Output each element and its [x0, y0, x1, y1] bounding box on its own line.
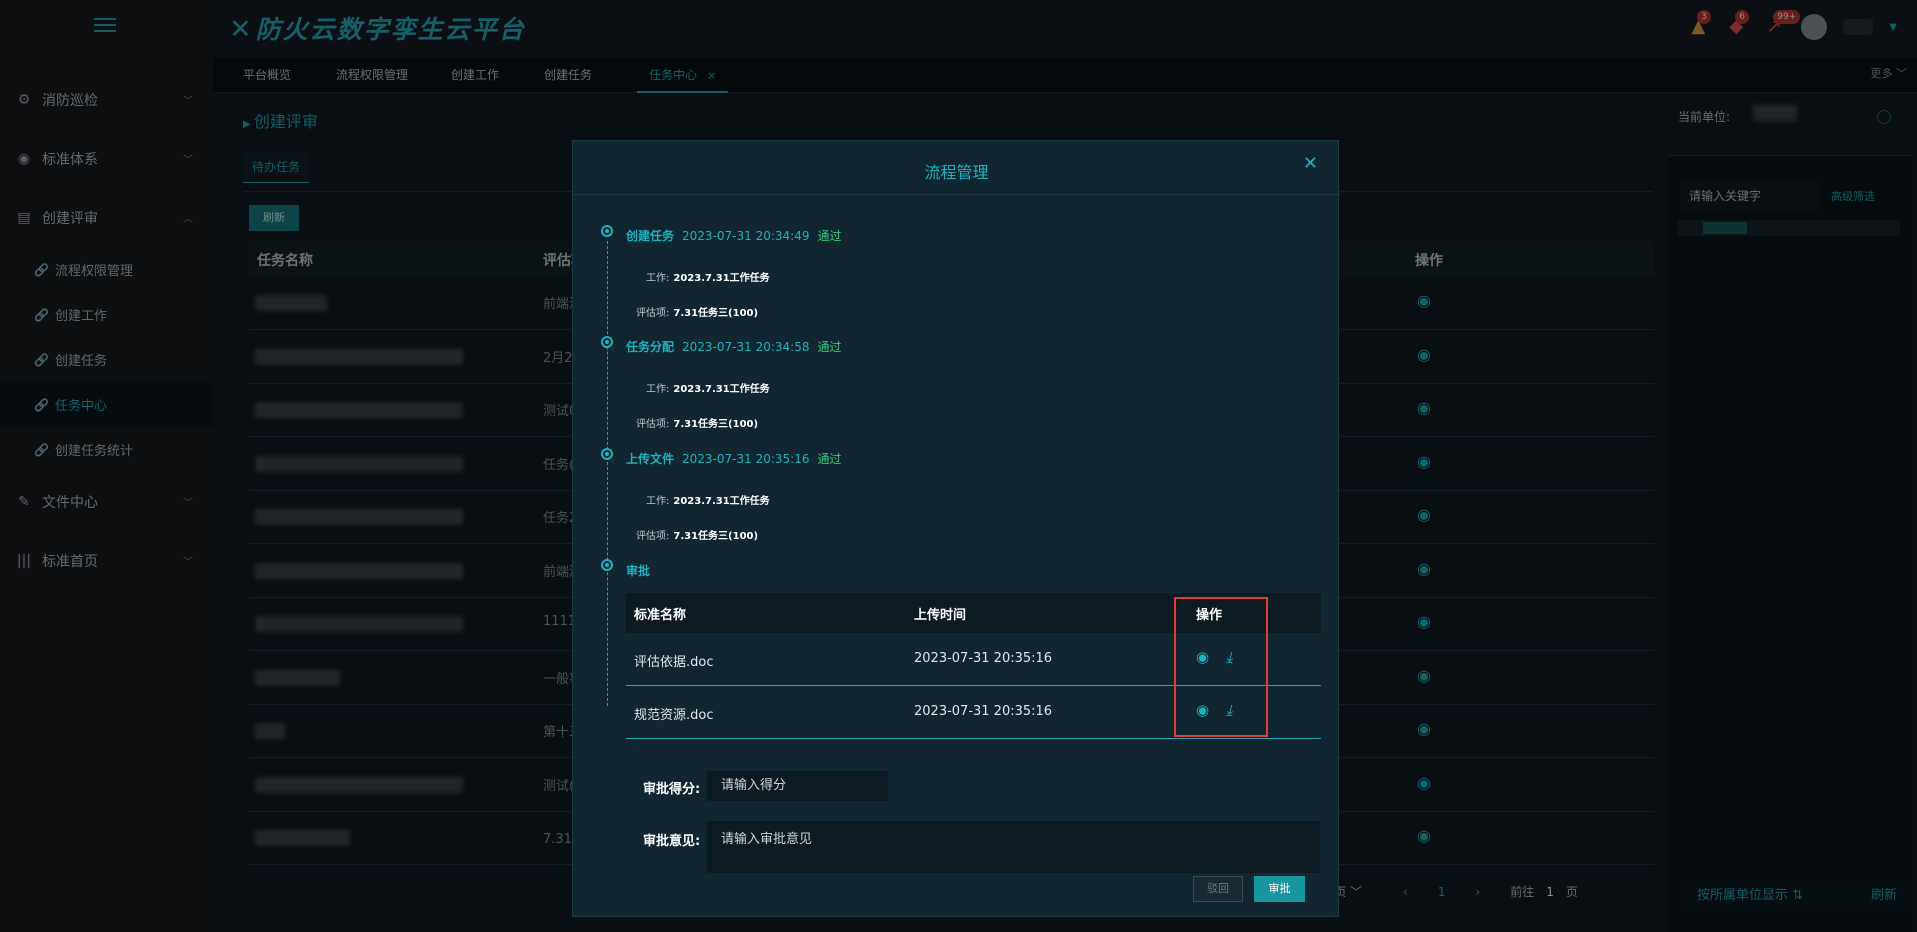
timeline-step-header: 创建任务 2023-07-31 20:34:49 通过 — [626, 227, 841, 244]
column-header: 标准名称 — [634, 608, 687, 623]
step-work-value: 2023.7.31工作任务 — [673, 496, 770, 507]
step-work-label: 工作: — [646, 273, 670, 284]
step-work-label: 工作: — [646, 496, 670, 507]
score-label: 审批得分: — [643, 782, 701, 797]
step-status: 通过 — [817, 229, 842, 243]
step-item-value: 7.31任务三(100) — [673, 308, 759, 319]
timeline-line — [607, 241, 608, 706]
step-name: 任务分配 — [626, 340, 675, 354]
step-work: 工作: 2023.7.31工作任务 — [646, 492, 770, 507]
flow-management-dialog: 流程管理 ✕ 创建任务 2023-07-31 20:34:49 通过 工作: 2023… — [572, 140, 1340, 917]
step-work: 工作: 2023.7.31工作任务 — [646, 380, 770, 395]
divider — [573, 194, 1340, 195]
step-work-label: 工作: — [646, 384, 670, 395]
timeline-step-header: 上传文件 2023-07-31 20:35:16 通过 — [626, 450, 841, 467]
step-item-label: 评估项: — [636, 419, 670, 430]
timeline-dot-icon — [601, 448, 613, 460]
step-work-value: 2023.7.31工作任务 — [673, 384, 770, 395]
step-item-label: 评估项: — [636, 308, 670, 319]
step-time: 2023-07-31 20:34:58 — [682, 340, 810, 354]
step-status: 通过 — [817, 340, 842, 354]
step-name: 审批 — [626, 564, 651, 578]
step-time: 2023-07-31 20:34:49 — [682, 229, 810, 243]
step-item-label: 评估项: — [636, 531, 670, 542]
highlight-box — [1174, 597, 1268, 737]
step-item: 评估项: 7.31任务三(100) — [636, 304, 758, 319]
score-input[interactable]: 请输入得分 — [707, 771, 888, 801]
upload-time: 2023-07-31 20:35:16 — [914, 704, 1053, 719]
dialog-title: 流程管理 — [924, 163, 989, 182]
step-item-value: 7.31任务三(100) — [673, 531, 759, 542]
timeline-step-header: 审批 — [626, 562, 650, 579]
close-icon[interactable]: ✕ — [1303, 153, 1318, 174]
step-item: 评估项: 7.31任务三(100) — [636, 527, 758, 542]
timeline-dot-icon — [601, 225, 613, 237]
step-item-value: 7.31任务三(100) — [673, 419, 759, 430]
step-status: 通过 — [817, 452, 842, 466]
file-name: 规范资源.doc — [634, 708, 714, 723]
timeline-step-header: 任务分配 2023-07-31 20:34:58 通过 — [626, 338, 841, 355]
column-header: 上传时间 — [914, 608, 967, 623]
approve-button[interactable]: 审批 — [1254, 876, 1305, 902]
step-work-value: 2023.7.31工作任务 — [673, 273, 770, 284]
timeline-dot-icon — [601, 336, 613, 348]
upload-time: 2023-07-31 20:35:16 — [914, 651, 1053, 666]
timeline-dot-icon — [601, 559, 613, 571]
file-name: 评估依据.doc — [634, 655, 714, 670]
step-time: 2023-07-31 20:35:16 — [682, 452, 810, 466]
reject-button[interactable]: 驳回 — [1193, 876, 1243, 902]
step-name: 上传文件 — [626, 452, 675, 466]
opinion-textarea[interactable]: 请输入审批意见 — [707, 821, 1320, 873]
opinion-label: 审批意见: — [643, 834, 701, 849]
step-item: 评估项: 7.31任务三(100) — [636, 415, 758, 430]
step-name: 创建任务 — [626, 229, 675, 243]
step-work: 工作: 2023.7.31工作任务 — [646, 269, 770, 284]
